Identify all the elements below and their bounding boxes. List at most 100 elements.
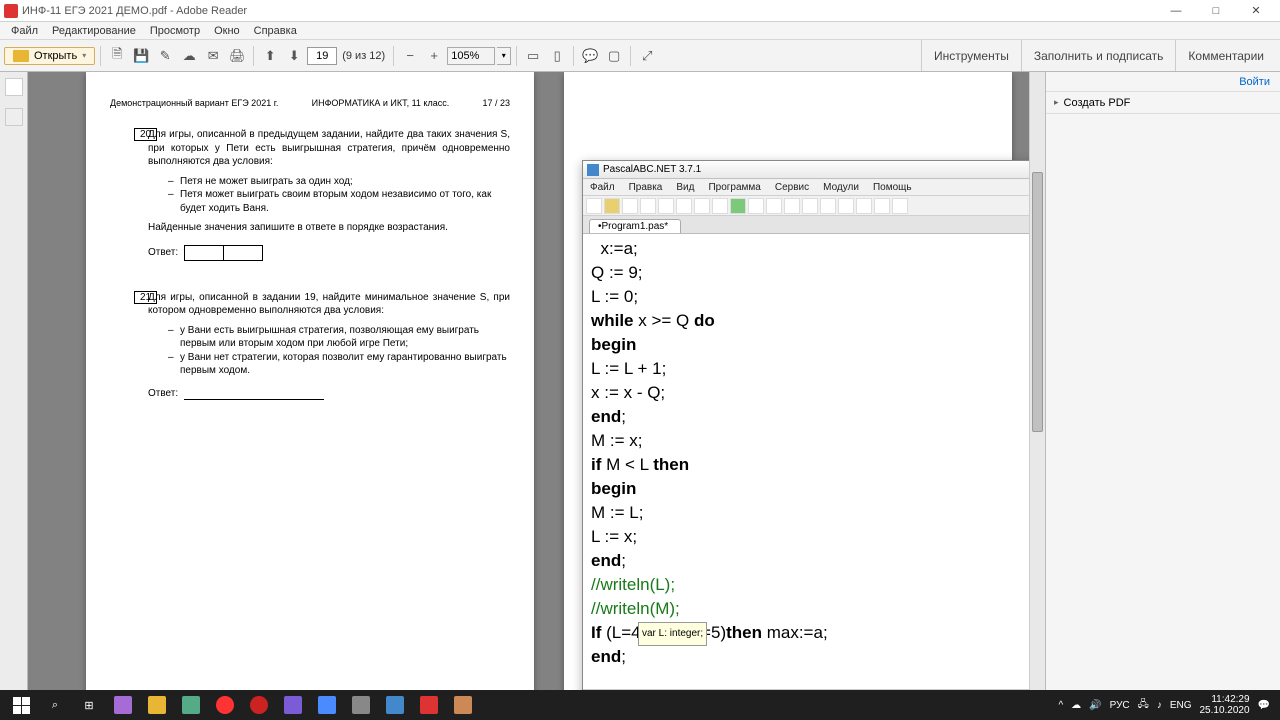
- ptb-undo-icon[interactable]: [694, 198, 710, 214]
- ptb-copy-icon[interactable]: [658, 198, 674, 214]
- menu-window[interactable]: Окно: [207, 25, 247, 37]
- ptb-redo-icon[interactable]: [712, 198, 728, 214]
- tray-lang1[interactable]: РУС: [1110, 700, 1130, 711]
- menu-edit[interactable]: Редактирование: [45, 25, 143, 37]
- ptb-x1-icon[interactable]: [856, 198, 872, 214]
- attachment-icon[interactable]: [5, 108, 23, 126]
- ptb-new-icon[interactable]: [586, 198, 602, 214]
- edit-icon[interactable]: ✎: [154, 45, 176, 67]
- answer-label: Ответ:: [148, 247, 178, 258]
- window-title: ИНФ-11 ЕГЭ 2021 ДЕМО.pdf - Adobe Reader: [22, 5, 1156, 17]
- ptb-stepout-icon[interactable]: [802, 198, 818, 214]
- pmenu-help[interactable]: Помощь: [866, 182, 919, 193]
- maximize-button[interactable]: □: [1196, 1, 1236, 21]
- zoom-out-icon[interactable]: −: [399, 45, 421, 67]
- ptb-break-icon[interactable]: [820, 198, 836, 214]
- tab-fill-sign[interactable]: Заполнить и подписать: [1021, 40, 1176, 71]
- print-icon[interactable]: 🖨: [226, 45, 248, 67]
- minimize-button[interactable]: —: [1156, 1, 1196, 21]
- fit-width-icon[interactable]: ▯: [546, 45, 568, 67]
- email-icon[interactable]: ✉: [202, 45, 224, 67]
- comment-icon[interactable]: 💬: [579, 45, 601, 67]
- pascal-window[interactable]: PascalABC.NET 3.7.1 Файл Правка Вид Прог…: [582, 160, 1045, 710]
- page-up-icon[interactable]: ⬆: [259, 45, 281, 67]
- app-3[interactable]: [344, 690, 378, 720]
- page-total: (9 из 12): [342, 50, 385, 62]
- app-yandex2[interactable]: [242, 690, 276, 720]
- create-pdf-row[interactable]: ▸ Создать PDF: [1046, 92, 1280, 114]
- ptb-x2-icon[interactable]: [874, 198, 890, 214]
- fit-page-icon[interactable]: ▭: [522, 45, 544, 67]
- taskview-button[interactable]: ⊞: [72, 690, 106, 720]
- tray-chevron-icon[interactable]: ^: [1058, 700, 1063, 711]
- app-2[interactable]: [174, 690, 208, 720]
- tab-tools[interactable]: Инструменты: [921, 40, 1021, 71]
- q21-bullet2: у Вани нет стратегии, которая позволит е…: [168, 351, 510, 378]
- pmenu-modules[interactable]: Модули: [816, 182, 866, 193]
- pmenu-file[interactable]: Файл: [583, 182, 622, 193]
- zoom-value[interactable]: 105%: [447, 47, 495, 65]
- menu-help[interactable]: Справка: [247, 25, 304, 37]
- tray-clock[interactable]: 11:42:29 25.10.2020: [1199, 694, 1249, 716]
- code-editor[interactable]: x:=a; Q := 9; L := 0; while x >= Q do be…: [583, 234, 1045, 689]
- ptb-stop-icon[interactable]: [748, 198, 764, 214]
- app-4[interactable]: [446, 690, 480, 720]
- pascal-title-bar[interactable]: PascalABC.NET 3.7.1: [583, 161, 1045, 179]
- tray-cloud-icon[interactable]: ☁: [1071, 700, 1081, 711]
- folder-icon: [13, 50, 29, 62]
- pascal-toolbar: [583, 196, 1045, 216]
- tray-notifications-icon[interactable]: 💬: [1258, 700, 1270, 711]
- app-zoom[interactable]: [310, 690, 344, 720]
- app-1[interactable]: [106, 690, 140, 720]
- search-button[interactable]: ⌕: [38, 690, 72, 720]
- tray-lang2[interactable]: ENG: [1170, 700, 1192, 711]
- q20-number: 20: [134, 128, 157, 141]
- pmenu-program[interactable]: Программа: [701, 182, 767, 193]
- ptb-save-icon[interactable]: [622, 198, 638, 214]
- tray-sound-icon[interactable]: ♪: [1157, 700, 1162, 711]
- document-area[interactable]: Демонстрационный вариант ЕГЭ 2021 г. ИНФ…: [28, 72, 1045, 720]
- page-input[interactable]: [307, 47, 337, 65]
- tray-network-icon[interactable]: 🖧: [1138, 697, 1149, 714]
- app-pascal[interactable]: [378, 690, 412, 720]
- menu-view[interactable]: Просмотр: [143, 25, 207, 37]
- ptb-cut-icon[interactable]: [640, 198, 656, 214]
- ptb-x3-icon[interactable]: [892, 198, 908, 214]
- ptb-open-icon[interactable]: [604, 198, 620, 214]
- app-explorer[interactable]: [140, 690, 174, 720]
- start-button[interactable]: [4, 690, 38, 720]
- doc-scrollbar[interactable]: [1029, 72, 1045, 720]
- pmenu-view[interactable]: Вид: [669, 182, 701, 193]
- page-down-icon[interactable]: ⬇: [283, 45, 305, 67]
- app-reader[interactable]: [412, 690, 446, 720]
- ptb-run-icon[interactable]: [730, 198, 746, 214]
- tray-volume-icon[interactable]: 🔊: [1089, 700, 1101, 711]
- right-panel: Войти ▸ Создать PDF: [1045, 72, 1280, 720]
- thumbnails-icon[interactable]: [5, 78, 23, 96]
- open-button[interactable]: Открыть ▾: [4, 47, 95, 65]
- ptb-opts-icon[interactable]: [838, 198, 854, 214]
- app-yandex1[interactable]: [208, 690, 242, 720]
- menu-file[interactable]: Файл: [4, 25, 45, 37]
- ptb-step-icon[interactable]: [766, 198, 782, 214]
- tab-comments[interactable]: Комментарии: [1175, 40, 1276, 71]
- system-tray[interactable]: ^ ☁ 🔊 РУС 🖧 ♪ ENG 11:42:29 25.10.2020 💬: [1058, 694, 1276, 716]
- login-link[interactable]: Войти: [1046, 72, 1280, 92]
- cloud-icon[interactable]: ☁: [178, 45, 200, 67]
- ptb-stepinto-icon[interactable]: [784, 198, 800, 214]
- pmenu-edit[interactable]: Правка: [622, 182, 670, 193]
- pascal-title: PascalABC.NET 3.7.1: [603, 164, 701, 175]
- zoom-in-icon[interactable]: +: [423, 45, 445, 67]
- zoom-dropdown[interactable]: ▾: [497, 47, 511, 65]
- scrollbar-thumb[interactable]: [1032, 172, 1043, 432]
- highlight-icon[interactable]: ▢: [603, 45, 625, 67]
- pascal-tab-program1[interactable]: •Program1.pas*: [589, 219, 681, 233]
- close-button[interactable]: ✕: [1236, 1, 1276, 21]
- ptb-paste-icon[interactable]: [676, 198, 692, 214]
- q21-text: Для игры, описанной в задании 19, найдит…: [148, 291, 510, 318]
- pmenu-service[interactable]: Сервис: [768, 182, 816, 193]
- save-icon[interactable]: 💾: [130, 45, 152, 67]
- app-viber[interactable]: [276, 690, 310, 720]
- create-pdf-icon[interactable]: 🗎: [106, 45, 128, 67]
- expand-icon[interactable]: ⤢: [636, 45, 658, 67]
